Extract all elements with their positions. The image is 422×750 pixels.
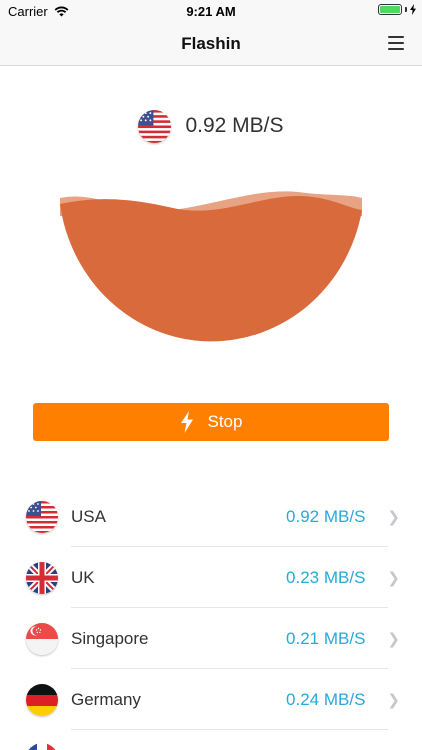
battery-icon <box>378 4 402 15</box>
server-speed: 0.21 MB/S <box>286 628 366 648</box>
app-title: Flashin <box>181 34 241 53</box>
lightning-bolt-icon <box>180 411 193 433</box>
server-row-singapore[interactable]: Singapore 0.21 MB/S ❯ <box>0 608 422 669</box>
speed-wave-gauge <box>58 186 364 372</box>
current-speed-header: 0.92 MB/S <box>0 108 422 144</box>
current-speed-value: 0.92 MB/S <box>185 114 284 137</box>
server-name: USA <box>71 506 106 526</box>
server-speed: 0.23 MB/S <box>286 567 366 587</box>
germany-flag-icon <box>26 683 58 716</box>
server-list: USA 0.92 MB/S ❯ UK 0.23 MB/S ❯ Singapore… <box>0 486 422 750</box>
server-speed: 0.92 MB/S <box>286 506 366 526</box>
singapore-flag-icon <box>26 622 58 655</box>
hamburger-menu-icon[interactable] <box>388 36 404 50</box>
stop-button[interactable]: Stop <box>33 403 389 441</box>
chevron-right-icon: ❯ <box>387 508 400 526</box>
uk-flag-icon <box>26 561 58 594</box>
france-flag-icon <box>26 743 58 750</box>
server-name: UK <box>71 567 95 587</box>
server-speed: 0.24 MB/S <box>286 689 366 709</box>
chevron-right-icon: ❯ <box>387 630 400 648</box>
server-row-germany[interactable]: Germany 0.24 MB/S ❯ <box>0 669 422 730</box>
usa-flag-icon <box>26 500 58 533</box>
stop-button-label: Stop <box>207 412 243 431</box>
charging-bolt-icon <box>410 4 416 15</box>
usa-flag-icon <box>138 109 172 143</box>
status-bar-right <box>378 4 416 15</box>
status-time: 9:21 AM <box>186 4 236 19</box>
chevron-right-icon: ❯ <box>387 691 400 709</box>
server-row-france[interactable] <box>0 730 422 750</box>
chevron-right-icon: ❯ <box>387 569 400 587</box>
navigation-bar: Flashin <box>0 22 422 66</box>
server-name: Singapore <box>71 628 149 648</box>
status-bar: Carrier 9:21 AM <box>0 0 422 22</box>
gauge-liquid <box>60 196 362 342</box>
server-name: Germany <box>71 689 141 709</box>
battery-tip <box>405 7 407 12</box>
server-row-usa[interactable]: USA 0.92 MB/S ❯ <box>0 486 422 547</box>
server-row-uk[interactable]: UK 0.23 MB/S ❯ <box>0 547 422 608</box>
